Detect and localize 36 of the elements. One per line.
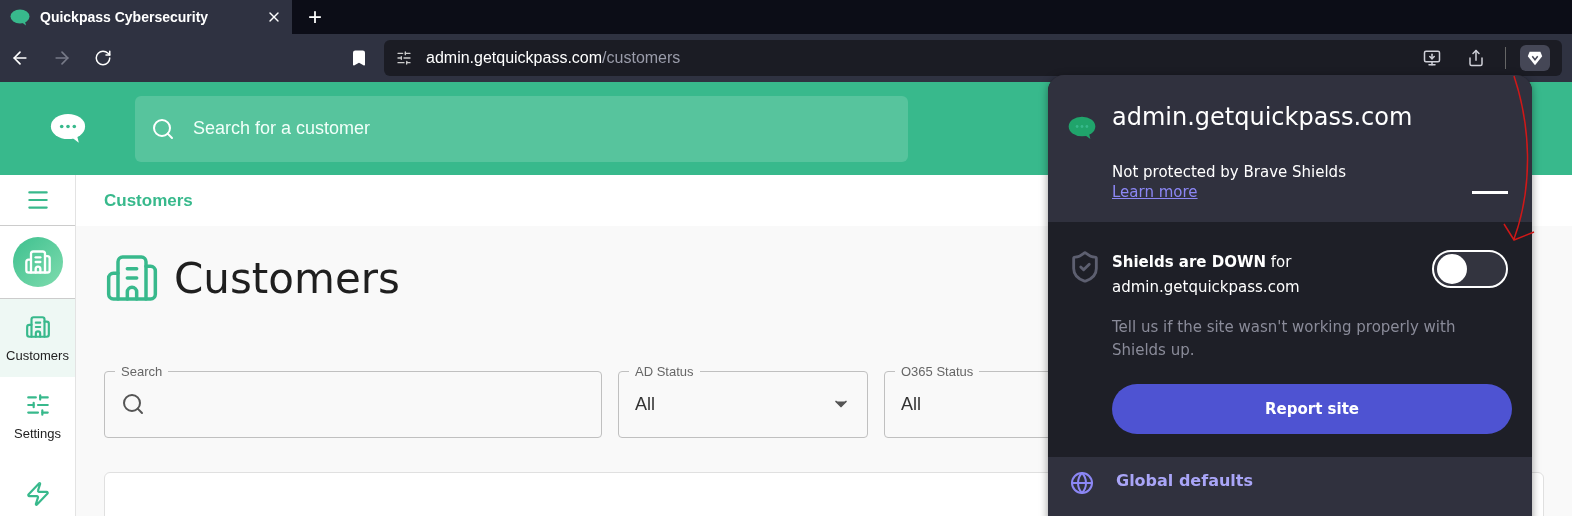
field-label: AD Status [634,364,695,379]
globe-icon [1070,471,1094,495]
logo-icon [1526,49,1544,67]
lightning-icon [24,481,51,507]
shields-toggle[interactable] [1432,250,1508,288]
bookmark-icon[interactable] [350,49,368,67]
search-icon [121,392,145,416]
monitor-download-icon [1423,49,1441,67]
search-field[interactable]: Search [104,364,602,438]
report-site-button[interactable]: Report site [1112,384,1512,434]
search-icon [151,116,175,141]
chat-bubble-logo-icon [10,8,30,26]
browser-tab[interactable]: Quickpass Cybersecurity [0,0,292,34]
sidebar-item[interactable]: Customers [0,299,75,377]
share-icon [1467,49,1485,67]
field-label: O365 Status [900,364,975,379]
new-tab-button[interactable]: + [292,0,338,34]
chat-bubble-logo-icon [49,113,86,144]
site-name: admin.getquickpass.com [1112,103,1414,133]
page-title: Customers [174,253,400,303]
customer-search-field[interactable]: Search for a customer [135,95,908,162]
chat-bubble-logo-icon [1068,115,1096,140]
status-select[interactable]: AD Status All [618,364,868,438]
learn-more-link[interactable]: Learn more [1112,182,1472,201]
site-settings-icon[interactable] [396,50,412,66]
reload-button[interactable] [94,49,112,67]
protection-status: Not protected by Brave Shields [1112,162,1347,181]
building-icon [24,313,51,340]
search-input[interactable]: Search for a customer [191,117,892,140]
shields-status-text: Shields are DOWN for admin.getquickpass.com [1112,252,1301,298]
report-note: Tell us if the site wasn't working properly with Shields up. [1112,317,1457,361]
collapse-icon[interactable] [1472,190,1508,194]
global-defaults-link[interactable]: Global defaults [1116,471,1254,490]
sliders-icon [24,391,51,418]
shields-button[interactable] [1520,45,1550,71]
field-label: Search [120,364,164,379]
